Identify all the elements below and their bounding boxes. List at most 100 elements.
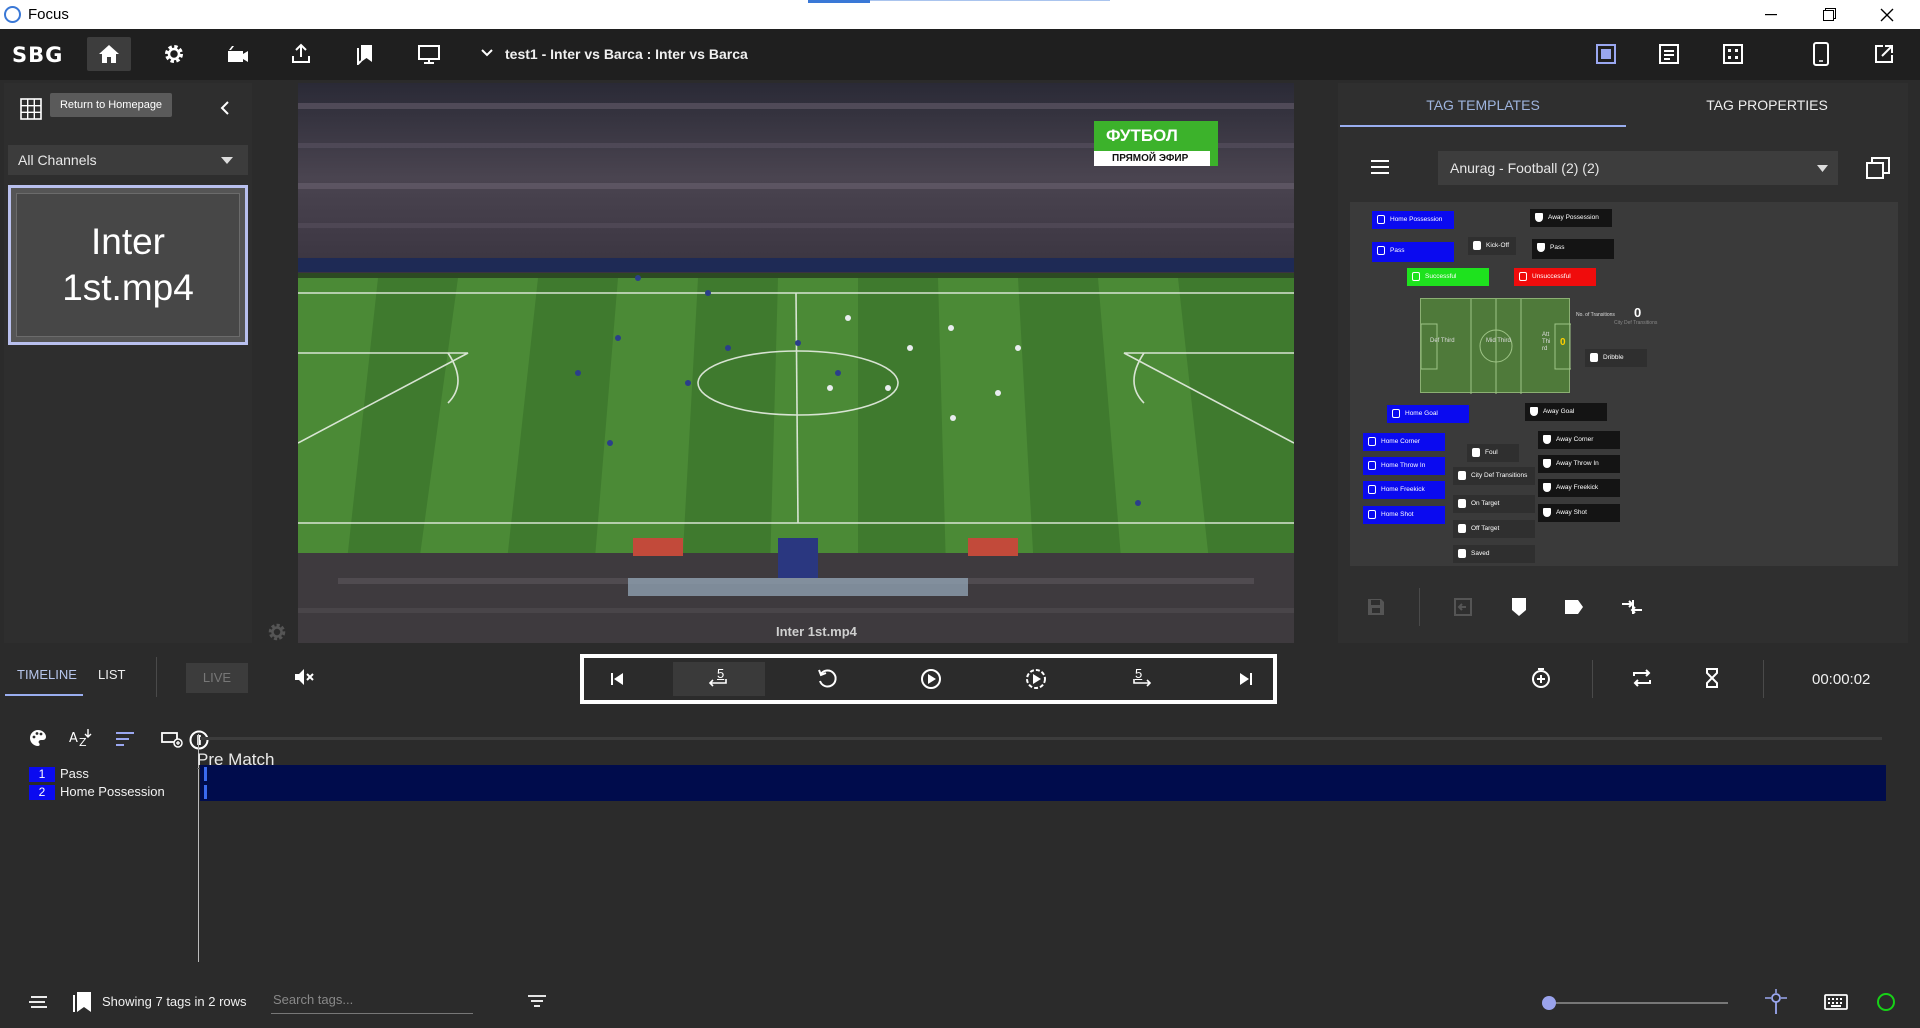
detach-template-button[interactable] bbox=[1866, 157, 1890, 179]
tag-away-goal[interactable]: Away Goal bbox=[1525, 403, 1607, 421]
tab-list[interactable]: LIST bbox=[98, 660, 125, 690]
export-button[interactable] bbox=[279, 37, 323, 71]
minimize-button[interactable] bbox=[1742, 0, 1800, 29]
close-button[interactable] bbox=[1858, 0, 1916, 29]
add-marker-button[interactable] bbox=[1509, 596, 1529, 618]
tag-pass-away[interactable]: Pass bbox=[1532, 239, 1614, 259]
tag-city-def-transitions[interactable]: City Def Transitions bbox=[1453, 467, 1535, 485]
search-tags-input[interactable] bbox=[271, 986, 473, 1014]
controls-divider-2 bbox=[1763, 660, 1764, 698]
tag-home-corner[interactable]: Home Corner bbox=[1363, 433, 1445, 451]
tag-unsuccessful[interactable]: Unsuccessful bbox=[1514, 268, 1596, 286]
template-select[interactable]: Anurag - Football (2) (2) bbox=[1438, 151, 1838, 185]
grid-icon bbox=[20, 98, 42, 120]
play-button[interactable] bbox=[885, 662, 977, 696]
settings-button[interactable] bbox=[152, 37, 196, 71]
loop-button[interactable] bbox=[1631, 667, 1653, 689]
sort-button[interactable] bbox=[115, 731, 135, 747]
transitions-label: No. of Transitions bbox=[1576, 312, 1615, 318]
grid-view-button[interactable] bbox=[20, 98, 42, 120]
zoom-slider-handle[interactable] bbox=[1542, 996, 1556, 1010]
skip-forward-button[interactable]: 5 bbox=[1095, 662, 1187, 696]
import-tag-button[interactable] bbox=[1453, 597, 1473, 617]
home-icon bbox=[99, 45, 119, 63]
clip-card[interactable]: Inter 1st.mp4 bbox=[8, 185, 248, 345]
rows-menu-button[interactable] bbox=[28, 994, 48, 1010]
tag-home-possession[interactable]: Home Possession bbox=[1372, 211, 1454, 229]
layout-single-button[interactable] bbox=[1584, 37, 1628, 71]
row-label[interactable]: Pass bbox=[60, 766, 89, 781]
layout-grid-button[interactable] bbox=[1711, 37, 1755, 71]
live-button[interactable]: LIVE bbox=[186, 663, 248, 693]
tag-home-goal[interactable]: Home Goal bbox=[1387, 405, 1469, 423]
video-player[interactable]: ФУТБОЛ ПРЯМОЙ ЭФИР bbox=[298, 83, 1294, 643]
keyboard-button[interactable] bbox=[1824, 993, 1848, 1011]
tag-kick-off[interactable]: Kick-Off bbox=[1468, 237, 1516, 255]
mute-button[interactable] bbox=[293, 667, 315, 687]
tab-tag-properties[interactable]: TAG PROPERTIES bbox=[1626, 83, 1908, 127]
zone-mid-third[interactable]: Mid Third bbox=[1486, 338, 1511, 344]
tab-tag-templates[interactable]: TAG TEMPLATES bbox=[1340, 83, 1626, 127]
football-video-frame bbox=[298, 83, 1294, 643]
timer-plus-icon bbox=[1532, 668, 1550, 688]
skip-to-end-button[interactable] bbox=[1200, 662, 1292, 696]
restore-button[interactable] bbox=[1800, 0, 1858, 29]
add-event-button[interactable] bbox=[1530, 667, 1552, 689]
table-row[interactable] bbox=[200, 765, 1886, 783]
tag-away-throw-in[interactable]: Away Throw In bbox=[1538, 455, 1620, 473]
display-button[interactable] bbox=[407, 37, 451, 71]
tag-menu-button[interactable] bbox=[1370, 159, 1390, 175]
add-row-button[interactable] bbox=[161, 729, 183, 749]
tag-saved[interactable]: Saved bbox=[1453, 545, 1535, 563]
zone-att-third[interactable]: Att Thi rd bbox=[1542, 332, 1556, 353]
tag-dribble[interactable]: Dribble bbox=[1585, 349, 1647, 367]
upload-icon bbox=[292, 43, 310, 63]
collapse-panel-button[interactable] bbox=[218, 100, 232, 116]
tag-pass-home[interactable]: Pass bbox=[1372, 242, 1454, 262]
zone-def-third[interactable]: Def Third bbox=[1430, 338, 1455, 344]
timeline-scrubber[interactable] bbox=[200, 737, 1882, 740]
skip-back-button[interactable]: 5 bbox=[673, 662, 765, 696]
tag-off-target[interactable]: Off Target bbox=[1453, 520, 1535, 538]
tag-home-shot[interactable]: Home Shot bbox=[1363, 506, 1445, 524]
save-template-button[interactable] bbox=[1366, 597, 1386, 617]
popout-button[interactable] bbox=[1862, 37, 1906, 71]
row-label[interactable]: Home Possession bbox=[60, 784, 165, 799]
hourglass-icon bbox=[1706, 668, 1718, 688]
channel-select[interactable]: All Channels bbox=[8, 145, 248, 175]
tag-away-corner[interactable]: Away Corner bbox=[1538, 431, 1620, 449]
replay-button[interactable] bbox=[781, 662, 873, 696]
zoom-slider-track[interactable] bbox=[1548, 1002, 1728, 1004]
tag-on-target[interactable]: On Target bbox=[1453, 495, 1535, 513]
filter-button[interactable] bbox=[527, 994, 547, 1010]
tag-foul[interactable]: Foul bbox=[1467, 444, 1519, 462]
table-row[interactable] bbox=[200, 783, 1886, 801]
merge-tags-button[interactable] bbox=[1620, 597, 1644, 617]
hourglass-button[interactable] bbox=[1703, 667, 1721, 689]
layout-list-button[interactable] bbox=[1647, 37, 1691, 71]
project-dropdown-toggle[interactable] bbox=[480, 46, 494, 60]
tag-away-freekick[interactable]: Away Freekick bbox=[1538, 479, 1620, 497]
home-button[interactable] bbox=[87, 37, 131, 71]
skip-to-start-button[interactable] bbox=[571, 662, 663, 696]
close-icon bbox=[1880, 8, 1894, 21]
gear-icon bbox=[165, 45, 183, 63]
tag-away-possession[interactable]: Away Possession bbox=[1530, 209, 1612, 227]
sort-alpha-button[interactable]: AZ bbox=[68, 727, 92, 749]
video-settings-button[interactable] bbox=[267, 622, 287, 642]
tag-away-shot[interactable]: Away Shot bbox=[1538, 504, 1620, 522]
add-label-button[interactable] bbox=[1563, 598, 1585, 616]
tab-timeline[interactable]: TIMELINE bbox=[5, 660, 83, 696]
slow-motion-button[interactable] bbox=[990, 662, 1082, 696]
tag-successful[interactable]: Successful bbox=[1407, 268, 1489, 286]
camera-button[interactable] bbox=[216, 37, 260, 71]
clip-card-title: Inter 1st.mp4 bbox=[16, 193, 240, 337]
tag-home-freekick[interactable]: Home Freekick bbox=[1363, 481, 1445, 499]
locate-button[interactable] bbox=[1762, 988, 1790, 1016]
color-palette-button[interactable] bbox=[29, 729, 47, 747]
channel-select-value: All Channels bbox=[18, 152, 97, 168]
bookmarks-button[interactable] bbox=[343, 37, 387, 71]
playhead-handle[interactable] bbox=[189, 730, 209, 750]
tag-home-throw-in[interactable]: Home Throw In bbox=[1363, 457, 1445, 475]
tablet-button[interactable] bbox=[1799, 37, 1843, 71]
